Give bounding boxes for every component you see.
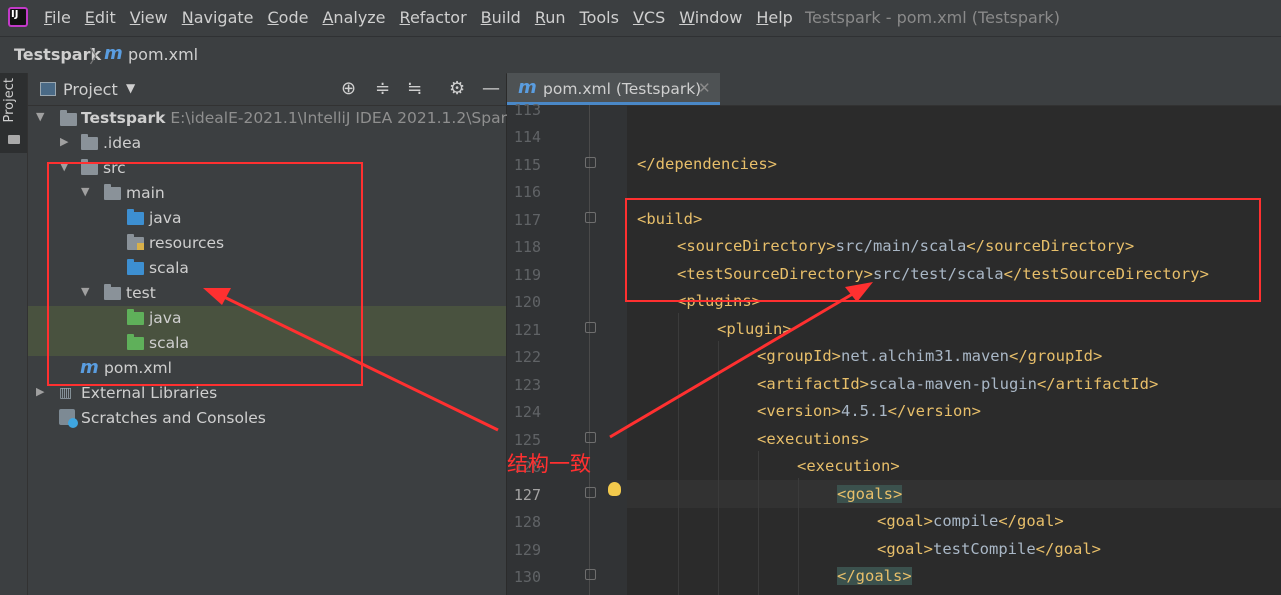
- annotation-label: 结构一致: [507, 452, 591, 476]
- arrowhead-icon: [203, 288, 231, 305]
- arrow-to-tree: [221, 294, 499, 432]
- arrow-to-build: [609, 290, 857, 439]
- arrowhead-icon: [845, 282, 873, 302]
- annotation-arrows: [203, 282, 873, 439]
